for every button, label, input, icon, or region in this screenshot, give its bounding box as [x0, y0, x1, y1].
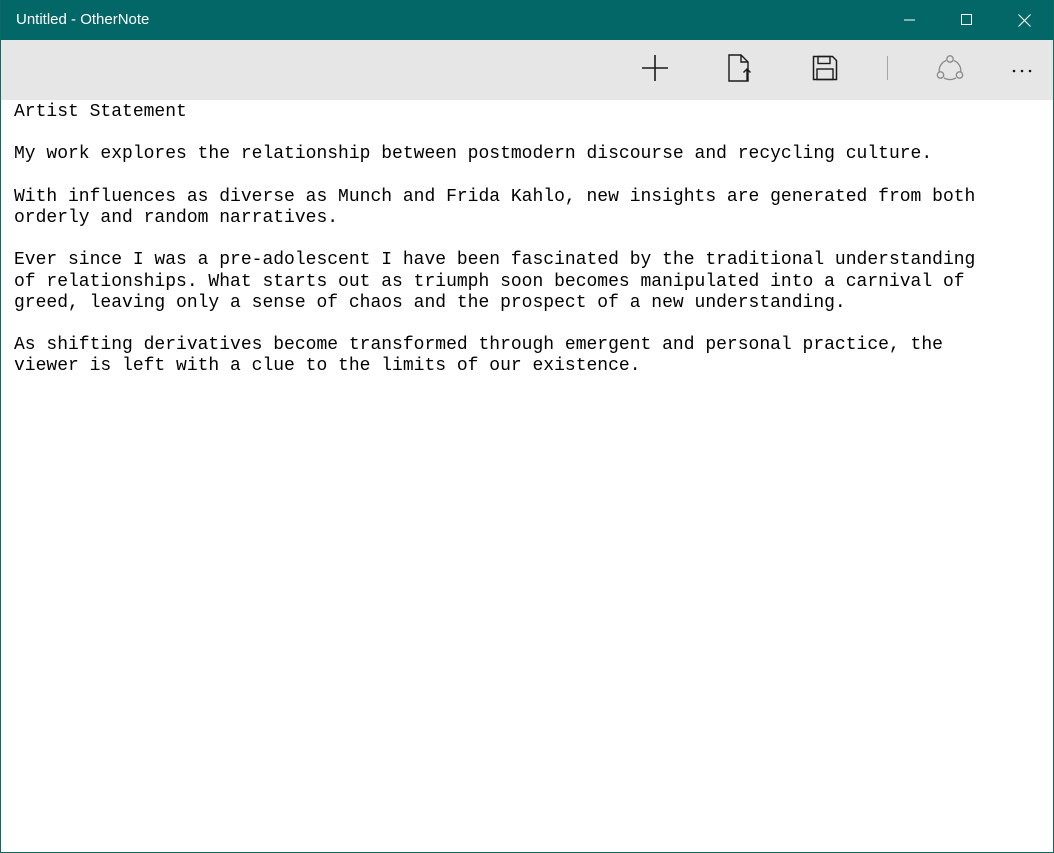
toolbar-separator — [887, 56, 888, 80]
share-icon — [936, 54, 964, 87]
new-note-button[interactable] — [635, 50, 675, 90]
app-window: Untitled - OtherNote Artist Statement My… — [0, 0, 1054, 853]
minimize-icon — [904, 14, 916, 26]
command-bar — [1, 40, 1053, 100]
plus-icon — [641, 54, 669, 87]
maximize-button[interactable] — [944, 0, 990, 40]
open-file-button[interactable] — [720, 50, 760, 90]
close-icon — [1017, 13, 1031, 27]
note-text-content[interactable]: Artist Statement My work explores the re… — [14, 102, 1040, 378]
maximize-icon — [961, 14, 973, 26]
more-ellipsis-icon — [1011, 61, 1033, 79]
open-file-icon — [727, 53, 753, 87]
minimize-button[interactable] — [887, 0, 933, 40]
floppy-disk-icon — [812, 55, 838, 86]
more-options-button[interactable] — [1002, 50, 1042, 90]
window-title: Untitled - OtherNote — [16, 11, 150, 28]
close-button[interactable] — [1001, 0, 1047, 40]
note-editor[interactable]: Artist Statement My work explores the re… — [1, 100, 1053, 852]
save-button[interactable] — [805, 50, 845, 90]
title-bar[interactable]: Untitled - OtherNote — [1, 0, 1053, 40]
share-button[interactable] — [930, 50, 970, 90]
